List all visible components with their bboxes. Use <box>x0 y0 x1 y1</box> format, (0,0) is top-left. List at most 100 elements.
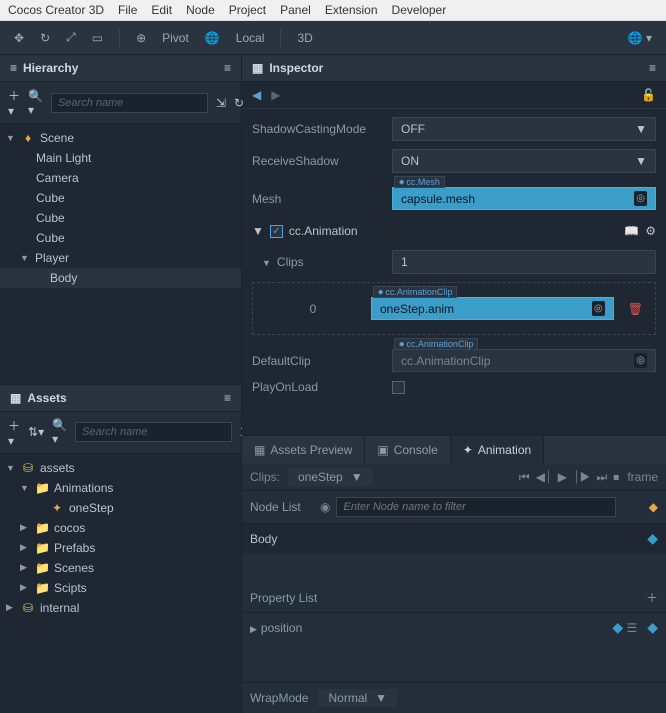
tree-item-folder[interactable]: ▶📁cocos <box>0 518 241 538</box>
menu-node[interactable]: Node <box>186 3 215 17</box>
menu-project[interactable]: Project <box>229 3 266 17</box>
tree-item[interactable]: Cube <box>0 188 241 208</box>
play-icon[interactable]: ▶ <box>558 470 567 485</box>
chevron-down-icon: ▼ <box>351 470 363 484</box>
menu-app[interactable]: Cocos Creator 3D <box>8 3 104 17</box>
add-icon[interactable]: ＋ <box>646 589 658 606</box>
prop-label: ShadowCastingMode <box>252 122 392 136</box>
tree-item-folder[interactable]: ▼📁Animations <box>0 478 241 498</box>
prev-frame-icon[interactable]: ◀⏐ <box>536 470 552 485</box>
component-header[interactable]: ▼ cc.Animation 📖 ⚙ <box>252 218 656 244</box>
add-icon[interactable]: ＋▾ <box>8 417 20 448</box>
tab-preview[interactable]: ▦Assets Preview <box>242 436 365 464</box>
pivot-button[interactable]: Pivot <box>158 27 193 49</box>
target-icon[interactable]: ◎ <box>634 353 647 368</box>
trash-icon[interactable]: 🗑 <box>626 300 645 318</box>
inspector-title: Inspector <box>269 61 323 75</box>
nav-fwd-icon[interactable]: ▶ <box>271 88 280 102</box>
node-filter-input[interactable] <box>336 497 616 517</box>
clips-count-input[interactable]: 1 <box>392 250 656 274</box>
clip-dropdown[interactable]: oneStep▼ <box>288 468 373 486</box>
tree-item-player[interactable]: ▼Player <box>0 248 241 268</box>
search-icon[interactable]: 🔍▾ <box>52 418 67 446</box>
tree-item-scene[interactable]: ▼♦Scene <box>0 128 241 148</box>
clips-container: 0 cc.AnimationClip oneStep.anim◎ 🗑 <box>252 282 656 335</box>
menu-icon[interactable]: ☰ <box>626 621 637 635</box>
tab-animation[interactable]: ✦Animation <box>451 436 544 464</box>
menu-icon[interactable]: ≡ <box>224 391 231 405</box>
view-3d-button[interactable]: 3D <box>293 27 316 49</box>
target-icon[interactable]: ◎ <box>634 191 647 206</box>
folder-icon: 📁 <box>35 581 49 595</box>
target-icon[interactable]: ◎ <box>592 301 605 316</box>
rotate-tool-icon[interactable]: ↻ <box>36 27 54 49</box>
menu-edit[interactable]: Edit <box>151 3 172 17</box>
keyframe-icon[interactable]: ◆ <box>647 619 658 635</box>
menu-developer[interactable]: Developer <box>392 3 447 17</box>
component-enable-checkbox[interactable] <box>270 225 283 238</box>
menu-extension[interactable]: Extension <box>325 3 378 17</box>
body-track[interactable]: Body ◆ <box>242 524 666 553</box>
proplist-label: Property List <box>250 591 317 605</box>
tree-item-body[interactable]: Body <box>0 268 241 288</box>
wrapmode-dropdown[interactable]: Normal▼ <box>318 689 397 707</box>
globe-icon[interactable]: 🌐 ▾ <box>624 27 656 49</box>
scale-tool-icon[interactable]: ⤢ <box>62 26 80 49</box>
assets-search-input[interactable] <box>75 422 232 442</box>
prop-label: position <box>261 621 302 635</box>
gear-icon[interactable]: ⚙ <box>645 224 656 238</box>
tree-item-internal[interactable]: ▶⛁internal <box>0 598 241 618</box>
mesh-field[interactable]: capsule.mesh ◎ <box>392 187 656 210</box>
menu-icon[interactable]: ≡ <box>224 61 231 75</box>
tree-item-folder[interactable]: ▶📁Scenes <box>0 558 241 578</box>
receive-shadow-dropdown[interactable]: ON▼ <box>392 149 656 173</box>
default-clip-field[interactable]: cc.AnimationClip◎ <box>392 349 656 372</box>
tab-label: Assets Preview <box>270 443 352 457</box>
search-icon[interactable]: 🔍▾ <box>28 89 43 117</box>
pivot-icon[interactable]: ⊕ <box>132 27 150 49</box>
nodelist-row: Node List ◉ ◆ <box>242 491 666 524</box>
folder-icon: 📁 <box>35 561 49 575</box>
menu-file[interactable]: File <box>118 3 137 17</box>
sort-icon[interactable]: ⇅▾ <box>28 425 44 439</box>
tree-item[interactable]: Cube <box>0 208 241 228</box>
local-button[interactable]: Local <box>232 27 269 49</box>
book-icon[interactable]: 📖 <box>624 224 639 238</box>
tree-item[interactable]: Cube <box>0 228 241 248</box>
rewind-start-icon[interactable]: ⏮ <box>519 470 530 485</box>
keyframe-icon[interactable]: ◆ <box>612 619 623 635</box>
move-tool-icon[interactable]: ✥ <box>10 27 28 49</box>
asset-value: capsule.mesh <box>401 192 475 206</box>
assets-title: Assets <box>27 391 66 405</box>
tree-label: Scipts <box>54 581 87 595</box>
menu-icon[interactable]: ≡ <box>649 61 656 75</box>
tree-label: assets <box>40 461 75 475</box>
playhead-icon[interactable]: ◆ <box>649 500 658 514</box>
tree-label: Main Light <box>36 151 91 165</box>
add-icon[interactable]: ＋▾ <box>8 87 20 118</box>
lock-icon[interactable]: 🔓 <box>641 88 656 102</box>
keyframe-icon[interactable]: ◆ <box>647 530 658 547</box>
play-on-load-checkbox[interactable] <box>392 381 405 394</box>
stop-icon[interactable]: ⏹ <box>613 470 619 485</box>
dropdown-value: OFF <box>401 122 425 136</box>
property-position-row[interactable]: ▶position ◆ ☰ ◆ <box>242 613 666 642</box>
rect-tool-icon[interactable]: ▭ <box>88 27 107 49</box>
clip-field[interactable]: oneStep.anim◎ <box>371 297 614 320</box>
tab-console[interactable]: ▣Console <box>365 436 450 464</box>
menu-panel[interactable]: Panel <box>280 3 311 17</box>
collapse-icon[interactable]: ⇲ <box>216 96 226 110</box>
eye-icon[interactable]: ◉ <box>320 500 330 514</box>
next-frame-icon[interactable]: ⏐▶ <box>573 470 591 485</box>
hierarchy-search-input[interactable] <box>51 93 208 113</box>
tree-item-assets[interactable]: ▼⛁assets <box>0 458 241 478</box>
local-icon[interactable]: 🌐 <box>201 27 224 49</box>
tree-item[interactable]: Main Light <box>0 148 241 168</box>
tree-item[interactable]: Camera <box>0 168 241 188</box>
tree-item-folder[interactable]: ▶📁Prefabs <box>0 538 241 558</box>
nav-back-icon[interactable]: ◀ <box>252 88 261 102</box>
rewind-end-icon[interactable]: ⏭ <box>596 470 607 485</box>
tree-item-folder[interactable]: ▶📁Scipts <box>0 578 241 598</box>
shadow-casting-dropdown[interactable]: OFF▼ <box>392 117 656 141</box>
tree-item-anim[interactable]: ✦oneStep <box>0 498 241 518</box>
